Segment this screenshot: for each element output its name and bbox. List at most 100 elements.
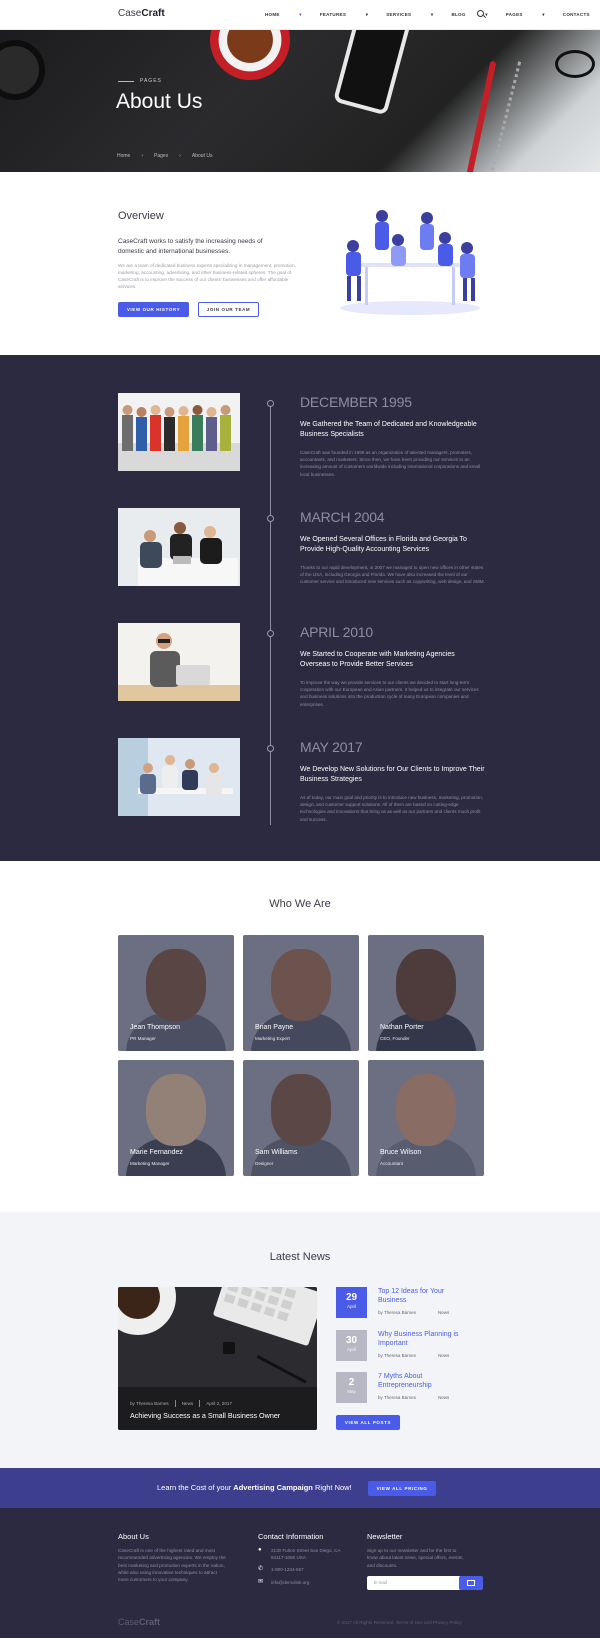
- news-author: by Theresa Barnes: [378, 1353, 416, 1358]
- member-role: PR Manager: [130, 1036, 156, 1041]
- card-overlay: [118, 1060, 234, 1176]
- news-item[interactable]: 29 April Top 12 Ideas for Your Business …: [336, 1287, 476, 1319]
- view-history-button[interactable]: VIEW OUR HISTORY: [118, 302, 189, 317]
- location-pin-icon: ●: [258, 1547, 262, 1553]
- kicker-line: [118, 80, 134, 82]
- timeline-entry: DECEMBER 1995 We Gathered the Team of De…: [0, 393, 600, 483]
- post-date: April 2, 2017: [206, 1401, 233, 1406]
- member-role: Designer: [255, 1161, 274, 1166]
- breadcrumb-separator: ›: [141, 153, 144, 159]
- pen-decoration: [465, 60, 497, 172]
- news-category[interactable]: News: [438, 1395, 449, 1400]
- search-icon[interactable]: [477, 10, 484, 17]
- news-day: 29: [345, 1292, 358, 1303]
- timeline-dot: [267, 630, 274, 637]
- team-card[interactable]: Nathan Porter CEO, Founder: [368, 935, 484, 1051]
- footer-newsletter-body: Sign up to our newsletter and be the fir…: [367, 1548, 464, 1568]
- timeline-heading: We Develop New Solutions for Our Clients…: [300, 766, 485, 783]
- nav-label: PAGES: [505, 12, 523, 17]
- featured-post-image: [118, 1287, 317, 1430]
- news-category[interactable]: News: [438, 1310, 449, 1315]
- news-item[interactable]: 30 April Why Business Planning is Import…: [336, 1330, 476, 1362]
- hero-kicker: PAGES: [118, 78, 162, 84]
- member-name: Bruce Wilson: [380, 1149, 422, 1156]
- card-overlay: [243, 935, 359, 1051]
- member-role: Marketing Manager: [130, 1161, 170, 1166]
- breadcrumb-separator: ›: [179, 153, 181, 159]
- join-team-button[interactable]: JOIN OUR TEAM: [198, 302, 259, 317]
- overview-body: We are a team of dedicated business expe…: [118, 263, 296, 289]
- page: CaseCraft HOME ▾ FEATURES ▾ SERVICES ▾ B…: [0, 0, 600, 1638]
- timeline-heading: We Opened Several Offices in Florida and…: [300, 536, 467, 553]
- glasses-decoration: [555, 50, 595, 78]
- phone-decoration: [332, 30, 413, 116]
- news-month: April: [346, 1347, 356, 1352]
- overview-title: Overview: [118, 210, 164, 222]
- timeline-heading: We Gathered the Team of Dedicated and Kn…: [300, 421, 477, 438]
- team-card[interactable]: Sam Williams Designer: [243, 1060, 359, 1176]
- news-title[interactable]: Top 12 Ideas for Your Business: [378, 1287, 473, 1305]
- card-overlay: [118, 935, 234, 1051]
- nav-item-pages[interactable]: PAGES ▾: [506, 12, 545, 18]
- view-all-posts-button[interactable]: VIEW ALL POSTS: [336, 1415, 400, 1430]
- footer-address: ● 2130 Fulton Street San Diego, CA 94117…: [258, 1547, 351, 1561]
- breadcrumb-home[interactable]: Home: [117, 153, 130, 159]
- footer-logo[interactable]: CaseCraft: [118, 1617, 160, 1627]
- logo-light-text: Case: [118, 1617, 140, 1627]
- timeline-body: As of today, our main goal and priority …: [300, 795, 483, 822]
- member-name: Jean Thompson: [130, 1024, 181, 1031]
- news-title[interactable]: 7 Myths About Entrepreneurship: [378, 1372, 473, 1390]
- news-section-title: Latest News: [269, 1251, 331, 1263]
- nav-item-home[interactable]: HOME ▾: [265, 12, 302, 18]
- timeline-photo-office: [118, 738, 240, 816]
- news-date-badge: 29 April: [336, 1287, 367, 1318]
- news-date-badge: 2 May: [336, 1372, 367, 1403]
- nav-item-services[interactable]: SERVICES ▾: [386, 12, 433, 18]
- view-pricing-button[interactable]: VIEW ALL PRICING: [368, 1481, 436, 1496]
- news-category[interactable]: News: [438, 1353, 449, 1358]
- nav-label: BLOG: [451, 12, 466, 17]
- overview-lead: CaseCraft works to satisfy the increasin…: [118, 238, 263, 255]
- breadcrumb-pages[interactable]: Pages: [154, 153, 168, 159]
- team-card[interactable]: Jean Thompson PR Manager: [118, 935, 234, 1051]
- footer-email[interactable]: ✉ info@demolink.org: [258, 1579, 309, 1586]
- featured-post[interactable]: by Theresa Barnes News April 2, 2017 Ach…: [118, 1287, 317, 1430]
- nav-item-features[interactable]: FEATURES ▾: [320, 12, 368, 18]
- newsletter-email-input[interactable]: E-mail: [367, 1576, 463, 1590]
- team-card[interactable]: Brian Payne Marketing Expert: [243, 935, 359, 1051]
- nav-item-contacts[interactable]: CONTACTS: [563, 12, 590, 18]
- cta-text-pre: Learn the Cost of your: [157, 1483, 234, 1492]
- news-title[interactable]: Why Business Planning is Important: [378, 1330, 473, 1348]
- timeline-entry: MARCH 2004 We Opened Several Offices in …: [0, 508, 600, 598]
- news-month: April: [346, 1304, 356, 1309]
- member-name: Nathan Porter: [380, 1024, 424, 1031]
- site-header: CaseCraft HOME ▾ FEATURES ▾ SERVICES ▾ B…: [0, 0, 600, 30]
- team-card[interactable]: Marie Fernandez Marketing Manager: [118, 1060, 234, 1176]
- news-item[interactable]: 2 May 7 Myths About Entrepreneurship by …: [336, 1372, 476, 1404]
- featured-post-meta: by Theresa Barnes News April 2, 2017: [130, 1400, 232, 1407]
- news-author: by Theresa Barnes: [378, 1310, 416, 1315]
- main-nav: HOME ▾ FEATURES ▾ SERVICES ▾ BLOG ▾ PAGE…: [265, 12, 600, 18]
- timeline-heading: We Started to Cooperate with Marketing A…: [300, 651, 455, 668]
- meta-divider: [199, 1400, 201, 1407]
- card-overlay: [243, 1060, 359, 1176]
- copyright-text: © 2017 All Rights Reserved. Terms of Use…: [337, 1620, 462, 1625]
- timeline-body: CaseCraft was founded in 1995 as an orga…: [300, 450, 481, 477]
- timeline-body: Thanks to our rapid development, in 2007…: [300, 565, 485, 585]
- email-placeholder: E-mail: [374, 1580, 388, 1585]
- team-card[interactable]: Bruce Wilson Accountant: [368, 1060, 484, 1176]
- news-date-badge: 30 April: [336, 1330, 367, 1361]
- timeline-date: MAY 2017: [300, 739, 363, 755]
- pricing-cta-banner: Learn the Cost of your Advertising Campa…: [0, 1468, 600, 1508]
- site-logo[interactable]: CaseCraft: [118, 8, 165, 19]
- cta-text-post: Right Now!: [312, 1483, 352, 1492]
- send-mail-icon: [467, 1580, 475, 1586]
- newsletter-submit-button[interactable]: [459, 1576, 483, 1590]
- meta-divider: [174, 1400, 176, 1407]
- footer-phone[interactable]: ✆ 1-800-1234-567: [258, 1566, 304, 1573]
- featured-post-title[interactable]: Achieving Success as a Small Business Ow…: [130, 1411, 280, 1420]
- post-category[interactable]: News: [182, 1401, 194, 1406]
- timeline-dot: [267, 400, 274, 407]
- site-footer: [0, 1508, 600, 1638]
- timeline-dot: [267, 745, 274, 752]
